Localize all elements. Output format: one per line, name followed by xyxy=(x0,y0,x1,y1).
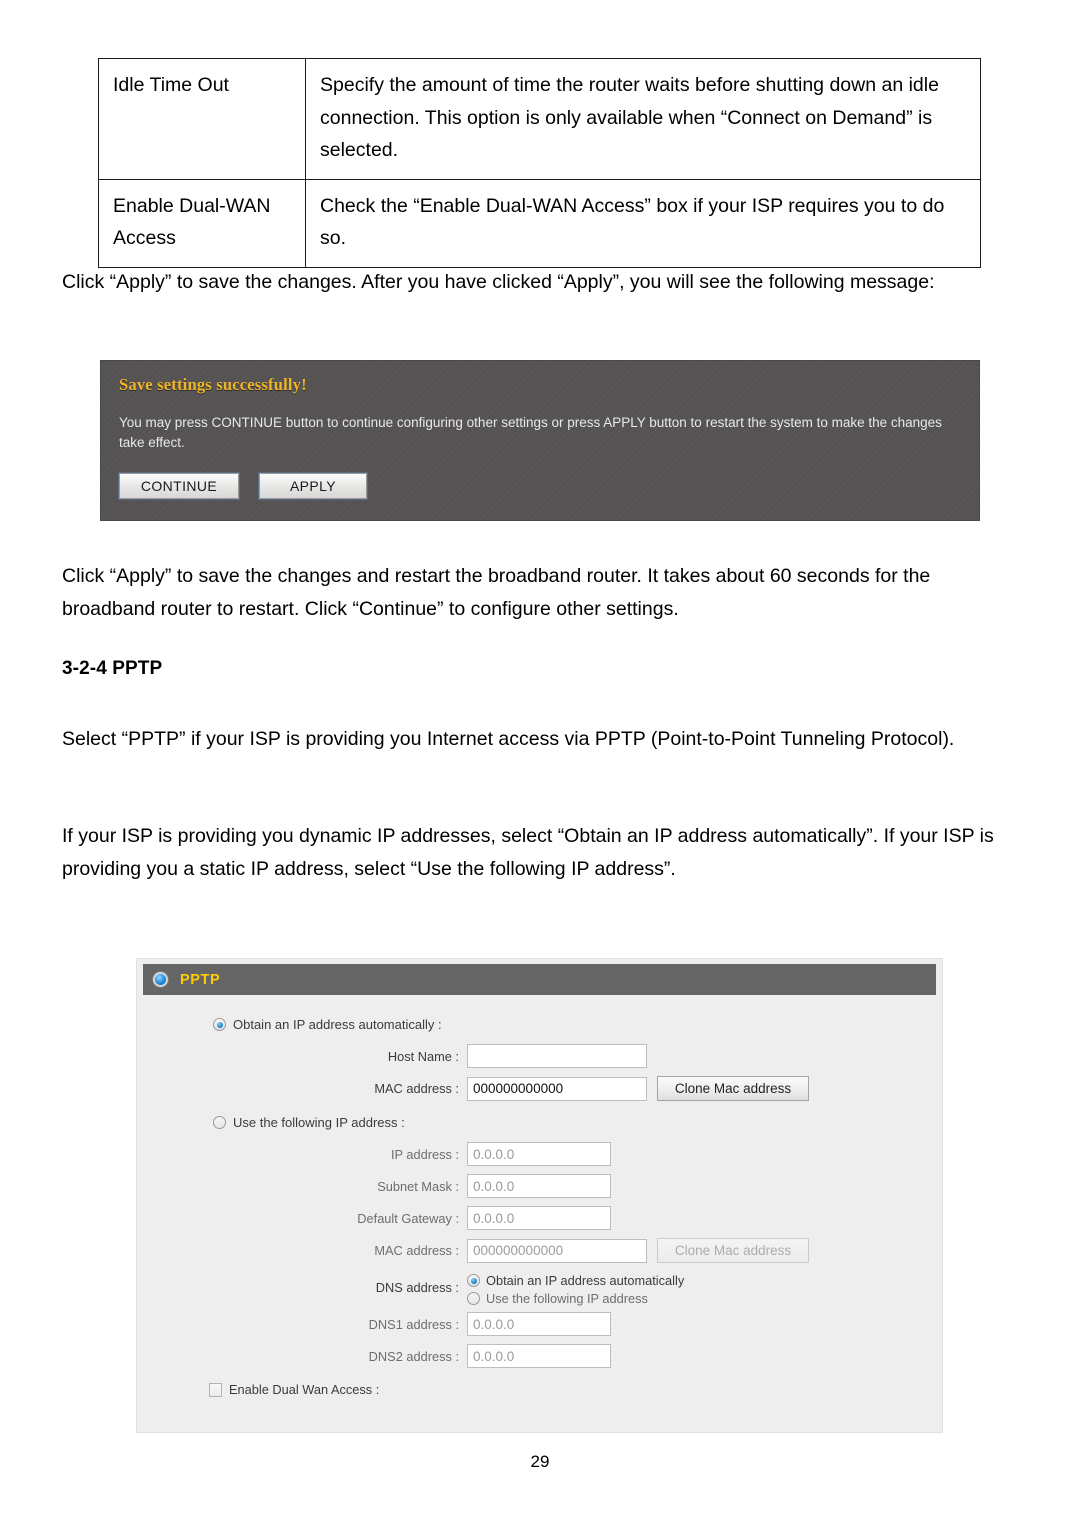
document-page: Idle Time Out Specify the amount of time… xyxy=(0,0,1080,1527)
ip-address-input[interactable]: 0.0.0.0 xyxy=(467,1142,611,1166)
radio-use-following-ip[interactable]: Use the following IP address : xyxy=(137,1115,942,1130)
host-name-input[interactable] xyxy=(467,1044,647,1068)
dns-option-automatic-label: Obtain an IP address automatically xyxy=(486,1273,685,1288)
section-heading: 3-2-4 PPTP xyxy=(62,658,163,679)
field-row-dns-address: DNS address : Obtain an IP address autom… xyxy=(137,1271,942,1306)
save-dialog-message: You may press CONTINUE button to continu… xyxy=(119,415,942,450)
radio-button-icon[interactable] xyxy=(467,1292,480,1305)
pptp-panel-body: Obtain an IP address automatically : Hos… xyxy=(137,995,942,1397)
field-row-host-name: Host Name : xyxy=(137,1044,942,1068)
continue-button[interactable]: CONTINUE xyxy=(118,472,240,500)
field-row-dns1: DNS1 address : 0.0.0.0 xyxy=(137,1312,942,1336)
dns2-address-input[interactable]: 0.0.0.0 xyxy=(467,1344,611,1368)
paragraph-dynamic-static: If your ISP is providing you dynamic IP … xyxy=(62,825,994,880)
save-dialog-title: Save settings successfully! xyxy=(119,375,307,394)
checkbox-icon[interactable] xyxy=(209,1382,222,1397)
save-settings-dialog: Save settings successfully! You may pres… xyxy=(100,360,980,521)
mac-address-label: MAC address : xyxy=(374,1081,459,1096)
dns-address-label: DNS address : xyxy=(375,1280,459,1295)
dns2-address-label: DNS2 address : xyxy=(368,1348,459,1364)
checkbox-enable-dual-wan-access[interactable]: Enable Dual Wan Access : xyxy=(137,1382,942,1397)
radio-button-icon[interactable] xyxy=(213,1116,226,1129)
radio-obtain-ip-automatically-label: Obtain an IP address automatically : xyxy=(233,1017,442,1032)
paragraph-select-pptp: Select “PPTP” if your ISP is providing y… xyxy=(62,728,955,750)
enable-dual-wan-access-label: Enable Dual Wan Access : xyxy=(229,1382,380,1397)
pptp-indicator-icon xyxy=(153,972,168,987)
pptp-panel-title: PPTP xyxy=(180,971,221,988)
field-row-subnet-mask: Subnet Mask : 0.0.0.0 xyxy=(137,1174,942,1198)
default-gateway-label: Default Gateway : xyxy=(357,1210,459,1226)
subnet-mask-label: Subnet Mask : xyxy=(377,1178,459,1194)
dns-option-manual[interactable]: Use the following IP address xyxy=(467,1291,684,1306)
dns-option-manual-label: Use the following IP address xyxy=(486,1291,648,1306)
radio-button-icon[interactable] xyxy=(467,1274,480,1287)
table-cell-description: Specify the amount of time the router wa… xyxy=(305,58,981,180)
table-row: Enable Dual-WAN Access Check the “Enable… xyxy=(98,178,981,268)
settings-description-table: Idle Time Out Specify the amount of time… xyxy=(98,58,981,268)
field-row-dns2: DNS2 address : 0.0.0.0 xyxy=(137,1344,942,1368)
subnet-mask-input[interactable]: 0.0.0.0 xyxy=(467,1174,611,1198)
pptp-configuration-panel: PPTP Obtain an IP address automatically … xyxy=(136,958,943,1433)
paragraph-restart-note: Click “Apply” to save the changes and re… xyxy=(62,565,931,620)
ip-address-label: IP address : xyxy=(390,1146,459,1162)
apply-button[interactable]: APPLY xyxy=(258,472,368,500)
table-cell-label: Enable Dual-WAN Access xyxy=(98,178,306,268)
radio-use-following-ip-label: Use the following IP address : xyxy=(233,1115,405,1130)
field-row-default-gateway: Default Gateway : 0.0.0.0 xyxy=(137,1206,942,1230)
mac-address-input-static[interactable]: 000000000000 xyxy=(467,1238,647,1263)
field-row-mac-address-static: MAC address : 000000000000 Clone Mac add… xyxy=(137,1238,942,1263)
pptp-panel-header: PPTP xyxy=(143,964,936,995)
field-row-mac-address-auto: MAC address : 000000000000 Clone Mac add… xyxy=(137,1076,942,1101)
clone-mac-address-button-static[interactable]: Clone Mac address xyxy=(657,1238,809,1263)
table-cell-description: Check the “Enable Dual-WAN Access” box i… xyxy=(305,178,981,268)
host-name-label: Host Name : xyxy=(387,1048,459,1064)
paragraph-apply-intro: Click “Apply” to save the changes. After… xyxy=(62,271,935,293)
dns1-address-label: DNS1 address : xyxy=(368,1316,459,1332)
mac-address-label-static: MAC address : xyxy=(374,1243,459,1258)
dns-option-automatic[interactable]: Obtain an IP address automatically xyxy=(467,1273,684,1288)
table-row: Idle Time Out Specify the amount of time… xyxy=(98,58,981,180)
dns1-address-input[interactable]: 0.0.0.0 xyxy=(467,1312,611,1336)
table-cell-label: Idle Time Out xyxy=(98,58,306,180)
mac-address-input[interactable]: 000000000000 xyxy=(467,1076,647,1101)
field-row-ip-address: IP address : 0.0.0.0 xyxy=(137,1142,942,1166)
dns-address-options: Obtain an IP address automatically Use t… xyxy=(467,1271,684,1306)
default-gateway-input[interactable]: 0.0.0.0 xyxy=(467,1206,611,1230)
page-number: 29 xyxy=(530,1452,550,1471)
radio-button-icon[interactable] xyxy=(213,1018,226,1031)
radio-obtain-ip-automatically[interactable]: Obtain an IP address automatically : xyxy=(137,1017,942,1032)
save-dialog-button-group: CONTINUE APPLY xyxy=(118,472,961,500)
clone-mac-address-button[interactable]: Clone Mac address xyxy=(657,1076,809,1101)
